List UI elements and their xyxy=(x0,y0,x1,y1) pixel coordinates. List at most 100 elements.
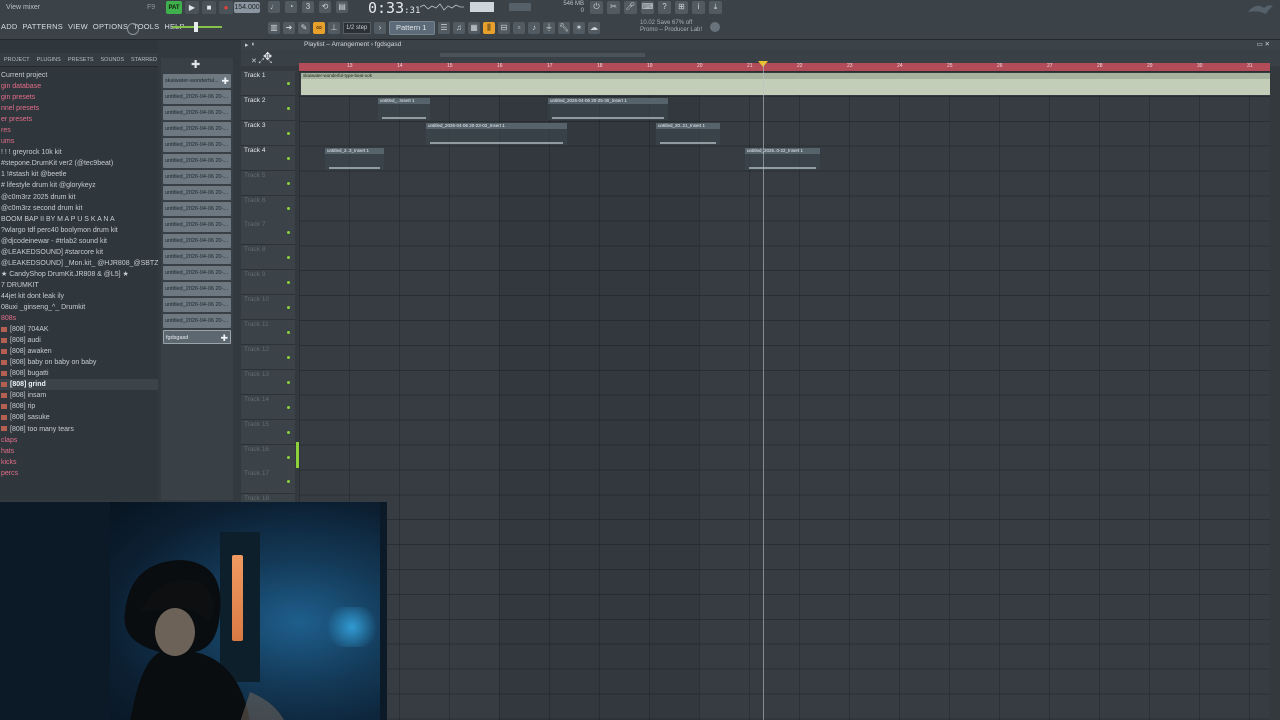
song-time-display[interactable]: 0:33:31 xyxy=(368,0,420,17)
browser-item[interactable]: @djcodeinewar - #trlab2 sound kit xyxy=(0,236,158,247)
track-mute-led[interactable] xyxy=(287,131,290,135)
clip-source-item[interactable]: untitled_2026-04-06 20-... xyxy=(163,138,231,152)
browser-item[interactable]: [808] grind xyxy=(0,379,158,391)
step-edit-icon[interactable]: ▤ xyxy=(336,1,348,13)
browser-item[interactable]: Current project xyxy=(0,70,158,81)
metronome-icon[interactable]: ♩ xyxy=(268,1,280,13)
browser-item[interactable]: [808] insam xyxy=(0,390,158,401)
audio-clip-track3-a[interactable]: untitled_2026-04-06 20-23-02_Insert 1 xyxy=(426,123,567,145)
track-mute-led[interactable] xyxy=(287,480,290,484)
clip-source-item[interactable]: untitled_2026-04-06 20-... xyxy=(163,186,231,200)
browser-item[interactable]: ?wlargo tdf perc40 boolymon drum kit xyxy=(0,225,158,236)
tab-project[interactable]: PROJECT xyxy=(4,57,30,63)
help-icon[interactable]: ? xyxy=(658,1,671,14)
master-volume-handle[interactable] xyxy=(194,22,198,32)
track-mute-led[interactable] xyxy=(287,82,290,85)
audio-clip-track2-a[interactable]: untitled_..Insert 1 xyxy=(378,98,430,120)
browser-folder[interactable]: gin database xyxy=(0,81,158,92)
clip-source-item[interactable]: untitled_2026-04-06 20-... xyxy=(163,122,231,136)
track-mute-led[interactable] xyxy=(287,306,290,310)
audio-clip-track1[interactable]: skaiwater-wonderful-type-beat-ook xyxy=(301,73,1270,95)
browser-item[interactable]: [808] audi xyxy=(0,335,158,346)
track-header[interactable]: Track 6 xyxy=(241,195,295,221)
snap-selector[interactable]: 1/2 step xyxy=(343,22,371,34)
browser-item[interactable]: BOOM BAP II BY M A P U S K A N A xyxy=(0,214,158,225)
track-mute-led[interactable] xyxy=(287,355,290,359)
clip-source-item[interactable]: untitled_2026-04-06 20-... xyxy=(163,250,231,264)
track-mute-led[interactable] xyxy=(287,455,290,459)
track-header[interactable]: Track 10 xyxy=(241,295,295,321)
track-header[interactable]: Track 2 xyxy=(241,95,295,121)
browser-item[interactable]: [808] baby on baby on baby xyxy=(0,357,158,368)
browser-folder[interactable]: er presets xyxy=(0,114,158,125)
track-mute-led[interactable] xyxy=(287,231,290,235)
chevron-right-icon[interactable]: › xyxy=(374,22,386,34)
browser-item[interactable]: [808] rip xyxy=(0,401,158,412)
tab-starred[interactable]: STARRED xyxy=(131,57,157,63)
piano-roll-icon[interactable]: ♫ xyxy=(453,22,465,34)
clip-source-item[interactable]: untitled_2026-04-06 20-... xyxy=(163,314,231,328)
menu-view[interactable]: VIEW xyxy=(67,21,89,35)
download-icon[interactable]: ⤓ xyxy=(709,1,722,14)
settings-gear-icon[interactable] xyxy=(710,22,720,32)
window-close-icon[interactable]: ▭ ✕ xyxy=(1257,40,1270,48)
browser-item[interactable]: [808] 704AK xyxy=(0,324,158,335)
browser-item[interactable]: ★ CandyShop DrumKit.JR808 & @L5] ★ xyxy=(0,269,158,280)
track-selector[interactable] xyxy=(296,442,299,468)
audio-clip-track3-b[interactable]: untitled_20..21_Insert 1 xyxy=(656,123,720,145)
record-button[interactable]: ● xyxy=(219,1,233,14)
cut-icon[interactable]: ✂ xyxy=(607,1,620,14)
track-header[interactable]: Track 9 xyxy=(241,270,295,296)
tempo-display[interactable]: 154.000 xyxy=(234,2,260,13)
track-header[interactable]: Track 13 xyxy=(241,369,295,395)
track-header[interactable]: Track 8 xyxy=(241,245,295,271)
tab-presets[interactable]: PRESETS xyxy=(68,57,94,63)
link-icon[interactable]: ∞ xyxy=(313,22,325,34)
track-header[interactable]: Track 15 xyxy=(241,419,295,445)
pattern-song-toggle[interactable]: PAT xyxy=(166,1,182,14)
snap-icon[interactable]: ▸ xyxy=(245,41,249,49)
track-header[interactable]: Track 4 xyxy=(241,145,295,171)
browser-item[interactable]: 7 DRUMKIT xyxy=(0,280,158,291)
plug-icon[interactable]: ⏚ xyxy=(543,22,555,34)
info-icon[interactable]: i xyxy=(692,1,705,14)
browser-folder[interactable]: res xyxy=(0,125,158,136)
browser-item[interactable]: 08uxi _ginseng_^_ Drumkit xyxy=(0,302,158,313)
track-mute-led[interactable] xyxy=(287,256,290,260)
track-header[interactable]: Track 5 xyxy=(241,170,295,196)
browser-item[interactable]: # lifestyle drum kit @glorykeyz xyxy=(0,180,158,191)
clip-source-item[interactable]: untitled_2026-04-06 20-... xyxy=(163,298,231,312)
magnet-icon[interactable]: ◐ xyxy=(252,41,256,49)
browser-item[interactable]: @c0m3rz second drum kit xyxy=(0,203,158,214)
tab-sounds[interactable]: SOUNDS xyxy=(101,57,125,63)
project-icon[interactable]: ♪ xyxy=(528,22,540,34)
countdown-icon[interactable]: 3 xyxy=(302,1,314,13)
cpu-power-icon[interactable] xyxy=(127,23,139,35)
track-header[interactable]: Track 14 xyxy=(241,394,295,420)
typing-keyboard-icon[interactable]: ⌨ xyxy=(641,1,654,14)
track-mute-led[interactable] xyxy=(287,156,290,160)
browser-folder[interactable]: 808s xyxy=(0,313,158,324)
add-icon[interactable]: ✚ xyxy=(221,74,229,88)
clip-source-item-active[interactable]: fgdsgasd ✚ xyxy=(163,330,231,344)
clip-source-item[interactable]: untitled_2026-04-06 20-... xyxy=(163,90,231,104)
menu-patterns[interactable]: PATTERNS xyxy=(21,21,64,35)
track-header[interactable]: Track 12 xyxy=(241,344,295,370)
clip-source-item[interactable]: untitled_2026-04-06 20-... xyxy=(163,282,231,296)
pencil-icon[interactable]: ✎ xyxy=(298,22,310,34)
audio-clip-track4-a[interactable]: untitled_2..3_Insert 1 xyxy=(325,148,384,170)
menu-add[interactable]: ADD xyxy=(0,21,18,35)
clip-source-item[interactable]: untitled_2026-04-06 20-... xyxy=(163,202,231,216)
browser-item[interactable]: 1 !#stash kit @beetle xyxy=(0,169,158,180)
track-header[interactable]: Track 7 xyxy=(241,220,295,246)
browser-item[interactable]: @LEAKEDSOUND] _Mon.kit_ @HJR808_@SBTZ xyxy=(0,258,158,269)
audio-clip-track4-b[interactable]: untitled_2026..0-22_Insert 1 xyxy=(745,148,820,170)
news-panel[interactable]: 10.02 Save 67% off Promo – Producer Lab! xyxy=(640,20,702,34)
track-header[interactable]: Track 3 xyxy=(241,120,295,146)
clip-source-item[interactable]: untitled_2026-04-06 20-... xyxy=(163,106,231,120)
track-header[interactable]: Track 17 xyxy=(241,469,295,495)
browser-item[interactable]: [808] too many tears xyxy=(0,424,158,435)
browser-item[interactable]: [808] sasuke xyxy=(0,412,158,423)
horizontal-scrollbar[interactable] xyxy=(440,53,645,57)
arrow-icon[interactable]: ✕ ⤢ ⤡ xyxy=(251,57,272,66)
